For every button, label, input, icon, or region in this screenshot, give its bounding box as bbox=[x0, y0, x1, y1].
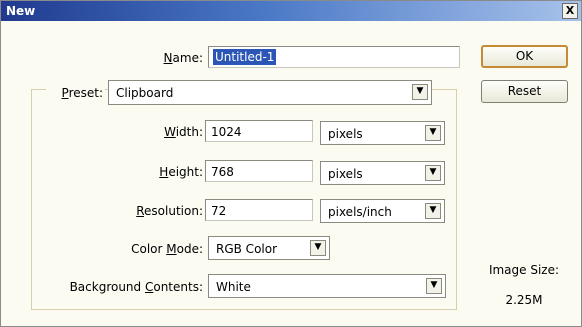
width-unit-value: pixels bbox=[328, 127, 363, 141]
color-mode-select[interactable]: RGB Color ▼ bbox=[208, 236, 330, 260]
height-label: Height: bbox=[159, 165, 203, 179]
height-unit-value: pixels bbox=[328, 167, 363, 181]
chevron-down-icon[interactable]: ▼ bbox=[425, 203, 441, 219]
color-mode-label: Color Mode: bbox=[131, 242, 203, 256]
width-unit-select[interactable]: pixels ▼ bbox=[320, 121, 445, 145]
height-field[interactable]: 768 bbox=[205, 160, 313, 182]
preset-value: Clipboard bbox=[116, 86, 174, 100]
name-field[interactable]: Untitled-1 bbox=[208, 46, 460, 68]
resolution-value: 72 bbox=[211, 204, 227, 218]
resolution-unit-value: pixels/inch bbox=[328, 205, 392, 219]
color-mode-value: RGB Color bbox=[216, 242, 278, 256]
width-label: Width: bbox=[164, 125, 203, 139]
preset-label: Preset: bbox=[46, 86, 105, 100]
height-value: 768 bbox=[211, 165, 234, 179]
image-size-value: 2.25M bbox=[505, 293, 543, 307]
ok-button[interactable]: OK bbox=[481, 45, 568, 68]
new-dialog: New X Name: Untitled-1 Preset: Clipboard… bbox=[0, 0, 582, 327]
chevron-down-icon[interactable]: ▼ bbox=[310, 240, 326, 256]
title-bar: New X bbox=[1, 1, 581, 21]
chevron-down-icon[interactable]: ▼ bbox=[425, 165, 441, 181]
chevron-down-icon[interactable]: ▼ bbox=[412, 84, 428, 100]
image-size-label: Image Size: bbox=[488, 263, 560, 277]
close-icon: X bbox=[565, 4, 575, 17]
height-unit-select[interactable]: pixels ▼ bbox=[320, 161, 445, 185]
close-button[interactable]: X bbox=[562, 3, 578, 19]
width-field[interactable]: 1024 bbox=[205, 120, 313, 142]
width-value: 1024 bbox=[211, 125, 242, 139]
preset-select[interactable]: Clipboard ▼ bbox=[108, 80, 432, 105]
resolution-label: Resolution: bbox=[136, 204, 203, 218]
background-contents-label: Background Contents: bbox=[69, 280, 203, 294]
resolution-field[interactable]: 72 bbox=[205, 199, 313, 221]
name-value: Untitled-1 bbox=[213, 49, 277, 65]
resolution-unit-select[interactable]: pixels/inch ▼ bbox=[320, 199, 445, 223]
chevron-down-icon[interactable]: ▼ bbox=[426, 278, 442, 294]
reset-button[interactable]: Reset bbox=[481, 80, 568, 103]
background-contents-value: White bbox=[216, 280, 251, 294]
window-title: New bbox=[6, 4, 36, 18]
name-label: Name: bbox=[163, 51, 203, 65]
chevron-down-icon[interactable]: ▼ bbox=[425, 125, 441, 141]
background-contents-select[interactable]: White ▼ bbox=[208, 274, 446, 298]
